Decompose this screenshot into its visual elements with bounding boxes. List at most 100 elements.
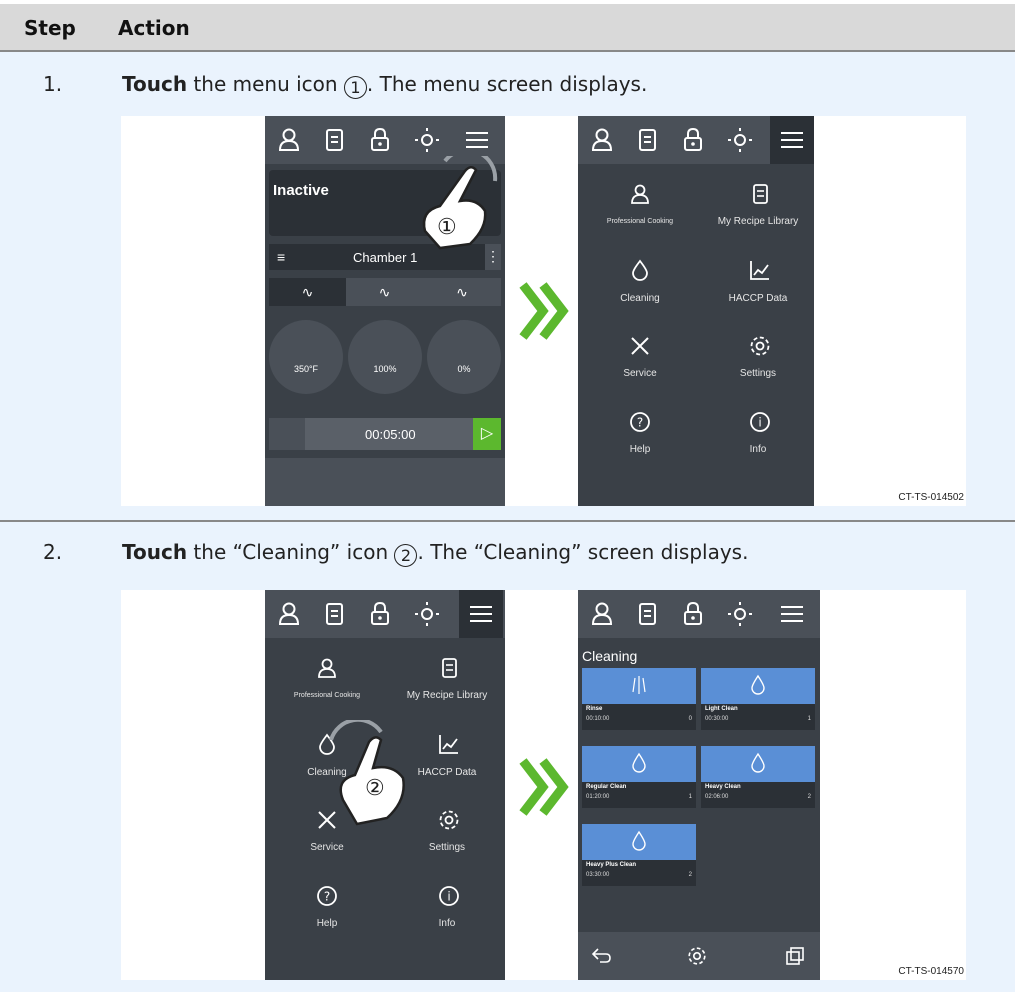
step-instruction: Touch the menu icon 1. The menu screen d…	[122, 72, 647, 99]
program-card-regular-clean[interactable]: Regular Clean 01:20:00 1	[582, 746, 696, 808]
chamber-settings-icon[interactable]: ≡	[277, 249, 285, 265]
svg-text:i: i	[447, 890, 450, 904]
step-verb: Touch	[122, 540, 188, 564]
callout-marker: ②	[365, 775, 385, 800]
top-bar	[578, 590, 820, 638]
menu-icon[interactable]	[467, 600, 495, 628]
menu-item-service[interactable]: Service	[580, 368, 700, 379]
bottom-bar	[265, 458, 505, 506]
step-figure: Inactive ≡ Chamber 1 ⋮ ∿ ∿ ∿ 350°F 100%	[121, 116, 966, 506]
brightness-icon[interactable]	[726, 126, 754, 154]
program-time: 03:30:00	[586, 872, 610, 878]
menu-item-help[interactable]: Help	[267, 918, 387, 929]
program-card-rinse[interactable]: Rinse 00:10:00 0	[582, 668, 696, 730]
card-header	[582, 824, 696, 860]
main-screen: Inactive ≡ Chamber 1 ⋮ ∿ ∿ ∿ 350°F 100%	[265, 116, 505, 506]
step-row-2: 2. Touch the “Cleaning” icon 2. The “Cle…	[0, 522, 1015, 992]
svg-text:i: i	[758, 416, 761, 430]
recipe-library-icon[interactable]	[748, 182, 772, 206]
step-text: . The menu screen displays.	[366, 72, 648, 96]
temperature-dial[interactable]: 350°F	[269, 320, 343, 394]
menu-item-info[interactable]: Info	[387, 918, 505, 929]
card-header	[582, 746, 696, 782]
recipe-library-icon[interactable]	[437, 656, 461, 680]
svg-text:?: ?	[637, 416, 643, 430]
start-button[interactable]: ▷	[473, 418, 501, 450]
chef-icon[interactable]	[588, 600, 616, 628]
question-icon[interactable]: ?	[628, 410, 652, 434]
step-figure: Professional Cooking My Recipe Library C…	[121, 590, 966, 980]
mode-tabs: ∿ ∿ ∿	[269, 278, 501, 306]
combi-mode-icon[interactable]: ∿	[346, 278, 423, 306]
action-column-header: Action	[118, 16, 190, 40]
lock-icon[interactable]	[679, 600, 707, 628]
chart-icon[interactable]	[748, 258, 772, 282]
lock-icon[interactable]	[366, 600, 394, 628]
menu-item-service[interactable]: Service	[267, 842, 387, 853]
chef-icon[interactable]	[275, 126, 303, 154]
brightness-icon[interactable]	[726, 600, 754, 628]
info-icon[interactable]: i	[748, 410, 772, 434]
next-arrow-icon	[519, 282, 569, 340]
status-text: Inactive	[273, 182, 329, 199]
menu-item-professional-cooking[interactable]: Professional Cooking	[267, 692, 387, 699]
lock-icon[interactable]	[679, 126, 707, 154]
menu-item-info[interactable]: Info	[698, 444, 814, 455]
cleaning-screen: Cleaning Rinse 00:10:00 0 Light Clean 00…	[578, 590, 820, 980]
steam-mode-icon[interactable]: ∿	[269, 278, 346, 306]
brightness-icon[interactable]	[413, 126, 441, 154]
professional-cooking-icon[interactable]	[628, 182, 652, 206]
recipe-book-icon[interactable]	[633, 600, 661, 628]
menu-item-settings[interactable]: Settings	[387, 842, 505, 853]
program-card-light-clean[interactable]: Light Clean 00:30:00 1	[701, 668, 815, 730]
menu-item-help[interactable]: Help	[580, 444, 700, 455]
copy-icon[interactable]	[784, 945, 806, 967]
menu-item-recipe-library[interactable]: My Recipe Library	[387, 690, 505, 701]
droplet-icon[interactable]	[628, 258, 652, 282]
card-header	[701, 668, 815, 704]
gear-icon[interactable]	[748, 334, 772, 358]
chef-icon[interactable]	[275, 600, 303, 628]
timer-value: 00:05:00	[365, 427, 416, 442]
info-icon[interactable]: i	[437, 884, 461, 908]
step-row-1: 1. Touch the menu icon 1. The menu scree…	[0, 52, 1015, 522]
recipe-book-icon[interactable]	[320, 126, 348, 154]
callout-number: 2	[394, 544, 418, 567]
step-number: 2.	[43, 540, 63, 564]
humidity-dial[interactable]: 0%	[427, 320, 501, 394]
chef-icon[interactable]	[588, 126, 616, 154]
next-arrow-icon	[519, 758, 569, 816]
menu-icon[interactable]	[463, 126, 491, 154]
fan-dial[interactable]: 100%	[348, 320, 422, 394]
program-time: 00:10:00	[586, 716, 610, 722]
step-column-header: Step	[24, 16, 76, 40]
menu-item-recipe-library[interactable]: My Recipe Library	[698, 216, 814, 227]
recipe-book-icon[interactable]	[633, 126, 661, 154]
svg-text:?: ?	[324, 890, 330, 904]
program-name: Light Clean	[705, 706, 738, 712]
program-card-heavy-plus-clean[interactable]: Heavy Plus Clean 03:30:00 2	[582, 824, 696, 886]
gear-icon[interactable]	[437, 808, 461, 832]
program-name: Rinse	[586, 706, 603, 712]
top-bar	[265, 590, 505, 638]
tools-icon[interactable]	[628, 334, 652, 358]
recipe-book-icon[interactable]	[320, 600, 348, 628]
gear-icon[interactable]	[686, 945, 708, 967]
back-icon[interactable]	[590, 945, 612, 967]
menu-icon[interactable]	[778, 600, 806, 628]
menu-item-haccp-data[interactable]: HACCP Data	[698, 293, 814, 304]
menu-icon[interactable]	[778, 126, 806, 154]
convection-mode-icon[interactable]: ∿	[423, 278, 501, 306]
brightness-icon[interactable]	[413, 600, 441, 628]
chart-icon[interactable]	[437, 732, 461, 756]
menu-item-cleaning[interactable]: Cleaning	[580, 293, 700, 304]
question-icon[interactable]: ?	[315, 884, 339, 908]
lock-icon[interactable]	[366, 126, 394, 154]
humidity-value: 0%	[457, 364, 471, 374]
menu-item-professional-cooking[interactable]: Professional Cooking	[580, 218, 700, 225]
program-card-heavy-clean[interactable]: Heavy Clean 02:06:00 2	[701, 746, 815, 808]
rinse-icon	[632, 676, 646, 694]
callout-marker: ①	[437, 214, 457, 239]
professional-cooking-icon[interactable]	[315, 656, 339, 680]
menu-item-settings[interactable]: Settings	[698, 368, 814, 379]
